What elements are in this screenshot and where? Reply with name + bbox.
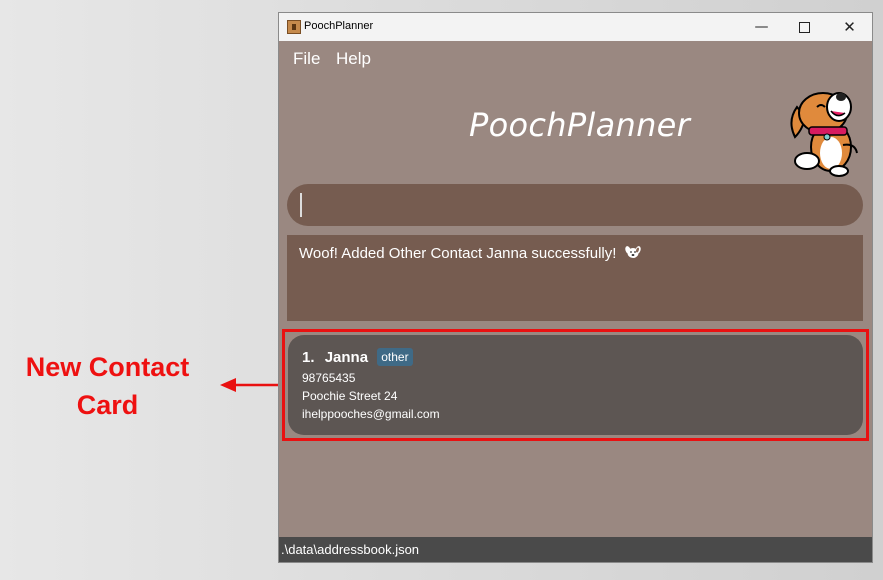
result-display: Woof! Added Other Contact Janna successf…: [287, 235, 863, 321]
close-icon: ✕: [843, 18, 856, 36]
window-title: PoochPlanner: [304, 20, 374, 32]
status-bar: .\data\addressbook.json: [279, 537, 872, 562]
maximize-button[interactable]: [782, 13, 827, 41]
app-icon: [287, 20, 301, 34]
contact-address: Poochie Street 24: [302, 389, 398, 403]
dog-face-icon: [624, 245, 641, 262]
app-title: PoochPlanner: [469, 106, 691, 144]
contact-phone: 98765435: [302, 371, 356, 385]
command-input[interactable]: [287, 184, 863, 226]
app-window: PoochPlanner — ✕ File Help PoochPlanner: [279, 13, 872, 562]
contact-tag: other: [377, 348, 413, 366]
menu-bar: File Help: [279, 41, 872, 71]
contact-card[interactable]: 1. Janna other 98765435 Poochie Street 2…: [288, 335, 863, 435]
annotation-line-2: Card: [76, 390, 139, 420]
annotation-line-1: New Contact: [25, 352, 190, 382]
close-button[interactable]: ✕: [827, 13, 872, 41]
status-file-path: .\data\addressbook.json: [281, 542, 420, 557]
menu-help[interactable]: Help: [336, 49, 371, 69]
contact-email: ihelppooches@gmail.com: [302, 407, 440, 421]
minimize-button[interactable]: —: [739, 13, 784, 41]
minimize-icon: —: [754, 19, 769, 35]
title-bar: PoochPlanner — ✕: [279, 13, 872, 41]
text-caret: [300, 193, 302, 217]
annotation-label: New Contact Card: [10, 348, 205, 424]
maximize-icon: [799, 21, 810, 33]
contact-name: Janna: [324, 349, 369, 366]
menu-file[interactable]: File: [293, 49, 320, 69]
result-message: Woof! Added Other Contact Janna successf…: [299, 245, 617, 262]
contact-card-header: 1. Janna other: [302, 348, 413, 366]
contact-index: 1.: [302, 349, 315, 366]
dog-mascot-icon: [790, 92, 858, 177]
